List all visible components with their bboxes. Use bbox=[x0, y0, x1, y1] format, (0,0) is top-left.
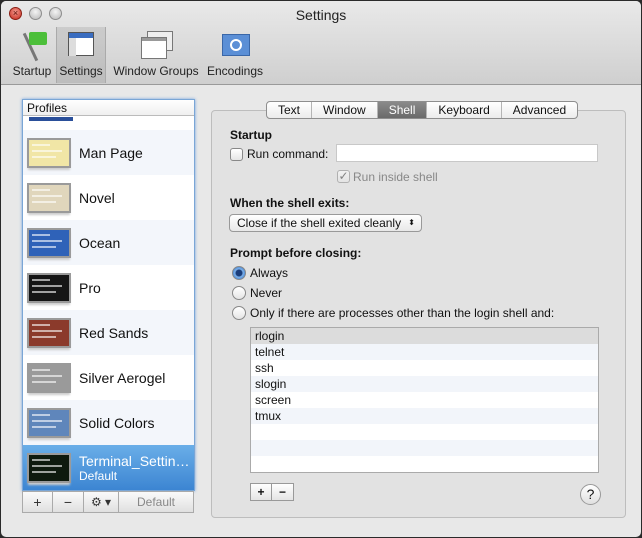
profile-thumbnail bbox=[27, 137, 71, 168]
profiles-buttons: + − ⚙ ▾ Default bbox=[22, 491, 194, 513]
profile-item[interactable]: Solid Colors bbox=[23, 400, 194, 445]
toolbar-startup[interactable]: Startup bbox=[9, 27, 55, 83]
profile-text: Novel bbox=[79, 190, 115, 206]
profile-thumbnail bbox=[27, 317, 71, 348]
profile-name: Silver Aerogel bbox=[79, 369, 166, 386]
only-if-processes-label: Only if there are processes other than t… bbox=[250, 306, 555, 320]
toolbar-settings[interactable]: Settings bbox=[56, 27, 106, 83]
empty-row bbox=[251, 424, 598, 440]
toolbar-window-groups[interactable]: Window Groups bbox=[109, 27, 203, 83]
profile-item[interactable]: Red Sands bbox=[23, 310, 194, 355]
profiles-header: Profiles bbox=[23, 100, 194, 116]
profile-name: Novel bbox=[79, 189, 115, 206]
run-command-checkbox[interactable] bbox=[230, 148, 243, 161]
profile-name: Solid Colors bbox=[79, 414, 155, 431]
toolbar-label: Settings bbox=[59, 64, 103, 78]
window-groups-icon bbox=[139, 30, 173, 60]
un-flag-icon bbox=[218, 30, 252, 60]
run-inside-shell-label: Run inside shell bbox=[353, 170, 438, 184]
profile-text: Pro bbox=[79, 280, 101, 296]
run-command-label: Run command: bbox=[247, 147, 329, 161]
tab-keyboard[interactable]: Keyboard bbox=[427, 102, 502, 118]
profile-thumbnail bbox=[27, 227, 71, 258]
list-item[interactable]: slogin bbox=[251, 376, 598, 392]
gear-menu-button[interactable]: ⚙ ▾ bbox=[84, 492, 119, 512]
toolbar-label: Window Groups bbox=[113, 64, 199, 78]
profile-item[interactable]: Ocean bbox=[23, 220, 194, 265]
toolbar-encodings[interactable]: Encodings bbox=[205, 27, 265, 83]
always-radio[interactable] bbox=[232, 266, 246, 280]
profile-name: Red Sands bbox=[79, 324, 149, 341]
profile-text: Silver Aerogel bbox=[79, 370, 165, 386]
list-item[interactable]: rlogin bbox=[251, 328, 598, 344]
profile-name: Terminal_Settin… bbox=[79, 452, 190, 469]
title-bar: × Settings Startup Settings Window Group… bbox=[1, 1, 641, 85]
process-list[interactable]: rlogin telnet ssh slogin screen tmux bbox=[250, 327, 599, 473]
always-label: Always bbox=[250, 266, 289, 280]
add-profile-button[interactable]: + bbox=[23, 492, 53, 512]
profile-text: Ocean bbox=[79, 235, 120, 251]
help-button[interactable]: ? bbox=[580, 484, 601, 505]
exit-action-dropdown[interactable]: Close if the shell exited cleanly ⬍ bbox=[229, 214, 422, 232]
toolbar-label: Encodings bbox=[206, 64, 264, 78]
updown-arrow-icon: ⬍ bbox=[408, 218, 415, 227]
remove-profile-button[interactable]: − bbox=[53, 492, 84, 512]
list-item[interactable]: ssh bbox=[251, 360, 598, 376]
profiles-list[interactable]: Profiles Man Page Novel Ocean Pro Red Sands S… bbox=[22, 99, 195, 491]
profile-name: Man Page bbox=[79, 144, 143, 161]
profile-text: Red Sands bbox=[79, 325, 148, 341]
tab-window[interactable]: Window bbox=[312, 102, 378, 118]
prompt-heading: Prompt before closing: bbox=[230, 246, 362, 260]
profile-name: Ocean bbox=[79, 234, 121, 251]
list-item[interactable]: screen bbox=[251, 392, 598, 408]
profile-thumbnail bbox=[27, 407, 71, 438]
settings-icon bbox=[64, 30, 98, 60]
flag-icon bbox=[15, 30, 49, 62]
profile-subtitle: Default bbox=[79, 468, 118, 483]
never-radio[interactable] bbox=[232, 286, 246, 300]
profile-thumbnail bbox=[27, 362, 71, 393]
profile-item[interactable]: Man Page bbox=[23, 130, 194, 175]
profile-thumbnail bbox=[27, 452, 71, 483]
profile-item[interactable]: Terminal_Settin… Default bbox=[23, 445, 194, 490]
profile-text: Terminal_Settin… Default bbox=[79, 453, 190, 483]
profile-item[interactable]: Pro bbox=[23, 265, 194, 310]
list-item[interactable]: tmux bbox=[251, 408, 598, 424]
profile-text: Man Page bbox=[79, 145, 143, 161]
profile-text: Solid Colors bbox=[79, 415, 154, 431]
startup-heading: Startup bbox=[230, 128, 272, 142]
profile-name: Pro bbox=[79, 279, 101, 296]
run-inside-shell-checkbox[interactable]: ✓ bbox=[337, 170, 350, 183]
only-if-processes-radio[interactable] bbox=[232, 306, 246, 320]
profile-thumbnail bbox=[27, 182, 71, 213]
settings-tabs: Text Window Shell Keyboard Advanced bbox=[266, 101, 579, 119]
profile-item[interactable]: Silver Aerogel bbox=[23, 355, 194, 400]
remove-process-button[interactable]: − bbox=[272, 484, 293, 500]
empty-row bbox=[251, 440, 598, 456]
tab-advanced[interactable]: Advanced bbox=[502, 102, 577, 118]
window-title: Settings bbox=[295, 7, 347, 23]
process-buttons: + − bbox=[250, 483, 294, 501]
tab-text[interactable]: Text bbox=[267, 102, 313, 118]
never-label: Never bbox=[250, 286, 283, 300]
list-item[interactable]: telnet bbox=[251, 344, 598, 360]
profile-thumbnail bbox=[27, 272, 71, 303]
tab-shell[interactable]: Shell bbox=[377, 102, 428, 118]
toolbar-label: Startup bbox=[12, 64, 52, 78]
add-process-button[interactable]: + bbox=[251, 484, 272, 500]
profile-item[interactable]: Novel bbox=[23, 175, 194, 220]
default-button[interactable]: Default bbox=[119, 492, 193, 512]
exit-action-value: Close if the shell exited cleanly bbox=[237, 216, 402, 230]
exit-heading: When the shell exits: bbox=[230, 196, 350, 210]
run-command-input[interactable] bbox=[336, 144, 598, 162]
